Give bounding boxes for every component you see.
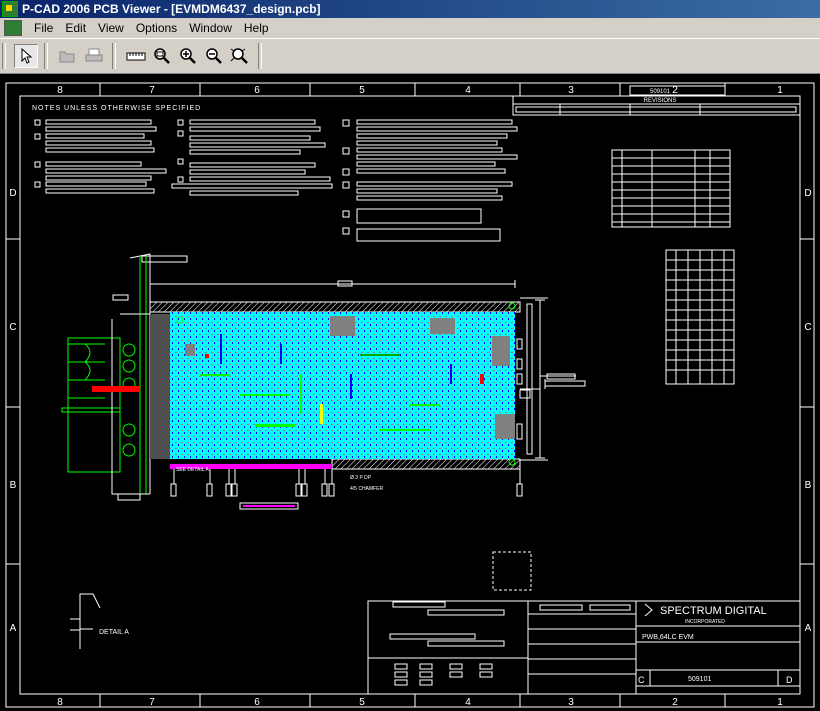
pcb-label-chamfer: 4/5 CHAMFER [350,486,383,492]
col-label: 4 [465,85,471,96]
detail-a-label: DETAIL A [99,629,129,636]
row-label: B [10,480,17,491]
row-label: A [10,623,17,634]
col-label: 8 [57,85,63,96]
print-icon [85,48,103,62]
drawing-svg[interactable]: 8 7 6 5 4 3 2 1 8 7 6 5 4 3 2 1 D C B A … [0,74,820,711]
board-bottom-edge [331,458,521,470]
pcb-label-hole: Ø.3 P DP [350,475,372,481]
dimension-callouts-bottom [170,469,523,510]
revision-number: 509101 [650,89,671,95]
row-label: B [805,480,812,491]
col-label: 2 [672,85,678,96]
document-icon[interactable] [4,20,22,36]
app-icon [2,1,18,17]
col-label: 5 [359,85,365,96]
bracket-outline [61,256,147,495]
row-label: C [9,322,16,333]
select-tool-button[interactable] [14,44,38,68]
zoom-out-icon [206,48,222,64]
menu-help[interactable]: Help [238,21,275,35]
col-label: 1 [777,85,783,96]
col-label: 6 [254,697,260,708]
zoom-in-icon [180,48,196,64]
document-number: 509101 [688,676,711,683]
col-label: 1 [777,697,783,708]
company-name: SPECTRUM DIGITAL [660,605,767,617]
menu-bar: File Edit View Options Window Help [0,18,820,39]
size-letter: C [638,675,645,685]
zoom-in-button[interactable] [176,44,200,68]
col-label: 7 [149,85,155,96]
bracket-gray [150,314,170,459]
company-subtitle: INCORPORATED [685,619,725,625]
board-title: PWB,64LC EVM [642,634,694,641]
col-label: 7 [149,697,155,708]
notes-heading: NOTES UNLESS OTHERWISE SPECIFIED [32,105,201,112]
rev-letter: D [786,675,793,685]
window-title: P-CAD 2006 PCB Viewer - [EVMDM6437_desig… [22,2,321,16]
col-label: 4 [465,697,471,708]
row-label: D [9,188,16,199]
hole-table-2 [665,249,735,385]
row-label: C [804,322,811,333]
menu-view[interactable]: View [92,21,130,35]
zoom-extents-button[interactable] [228,44,252,68]
zoom-window-icon [154,48,170,64]
menu-window[interactable]: Window [183,21,238,35]
menu-options[interactable]: Options [130,21,183,35]
row-label: D [804,188,811,199]
connector-detail [243,505,295,507]
col-label: 2 [672,697,678,708]
zoom-window-button[interactable] [150,44,174,68]
title-bar: P-CAD 2006 PCB Viewer - [EVMDM6437_desig… [0,0,820,18]
dashed-outline [492,551,532,591]
pcb-label-detail: SEE DETAIL A [176,467,209,473]
col-label: 5 [359,697,365,708]
measure-button[interactable] [124,44,148,68]
board-top-edge [149,301,521,313]
column-labels-top: 8 7 6 5 4 3 2 1 [57,85,783,96]
select-icon [21,48,33,64]
zoom-out-button[interactable] [202,44,226,68]
col-label: 6 [254,85,260,96]
open-button[interactable] [56,44,80,68]
hole-table-1 [611,149,731,228]
menu-edit[interactable]: Edit [59,21,92,35]
menu-file[interactable]: File [28,21,59,35]
revisions-block: REVISIONS 509101 [512,85,801,116]
col-label: 3 [568,85,574,96]
detail-a-drawing [70,593,101,649]
ruler-icon [126,52,146,61]
revisions-label: REVISIONS [644,98,677,104]
col-label: 8 [57,697,63,708]
column-labels-bottom: 8 7 6 5 4 3 2 1 [57,697,783,708]
print-button[interactable] [82,44,106,68]
zoom-extents-icon [230,48,248,64]
open-icon [59,51,75,63]
row-label: A [805,623,812,634]
notes-text-lines [34,119,518,242]
toolbar [0,39,820,74]
red-highlight [92,386,140,392]
col-label: 3 [568,697,574,708]
pcb-canvas[interactable]: 8 7 6 5 4 3 2 1 8 7 6 5 4 3 2 1 D C B A … [0,74,820,711]
